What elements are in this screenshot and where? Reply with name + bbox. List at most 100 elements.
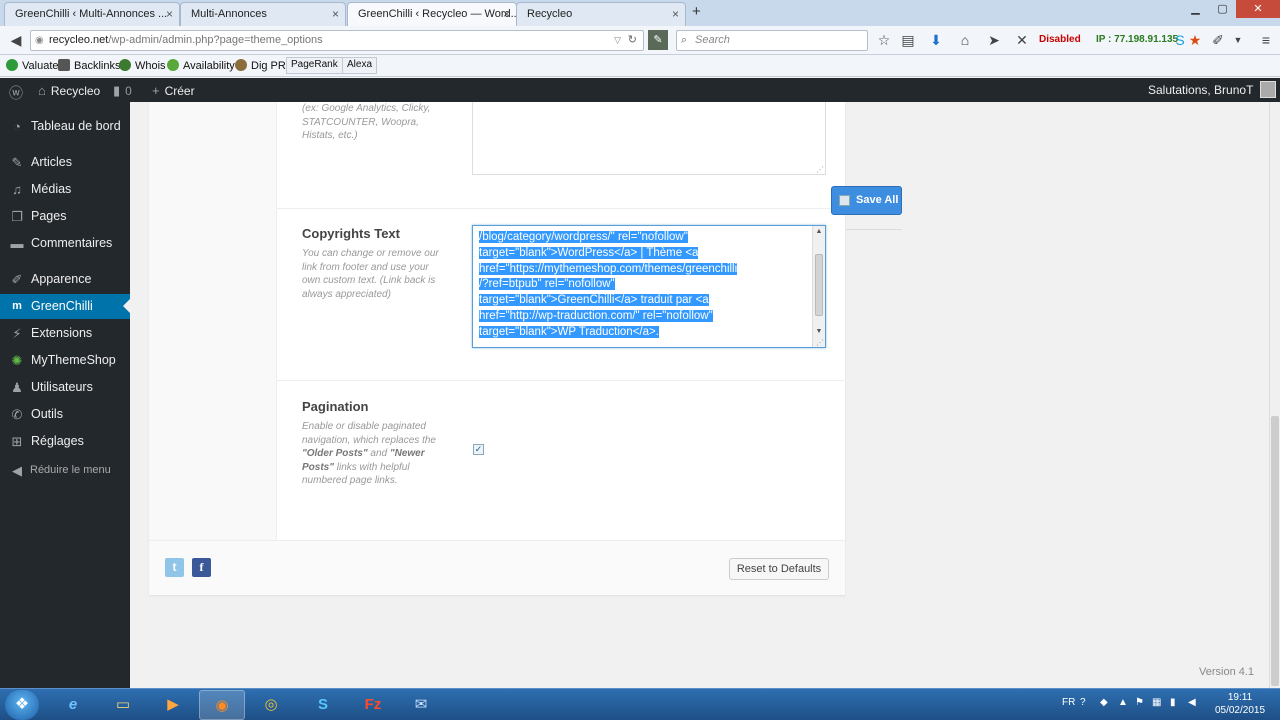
tab-label: GreenChilli ‹ Multi-Annonces ... — [15, 8, 168, 20]
menu-dropdown-icon[interactable]: ▼ — [1228, 30, 1248, 50]
language-indicator[interactable]: FR — [1062, 697, 1075, 708]
textarea-scrollbar[interactable]: ▲ ▼ — [812, 226, 825, 347]
volume-icon[interactable]: ◀ — [1188, 697, 1196, 708]
clipboard-icon[interactable]: ▤ — [898, 30, 918, 50]
adminbar-new[interactable]: + Créer — [152, 83, 195, 98]
tools-icon[interactable]: ✕ — [1012, 30, 1032, 50]
browser-tab-recycleo[interactable]: Recycleo × — [516, 2, 686, 26]
status-disabled-label: Disabled — [1039, 34, 1081, 45]
sidebar-item-mythemeshop[interactable]: ✺ MyThemeShop — [0, 348, 130, 373]
mythemeshop-icon: ✺ — [11, 353, 23, 368]
windows-start-icon[interactable]: ❖ — [5, 690, 39, 720]
home-icon[interactable]: ⌂ — [955, 30, 975, 50]
close-icon[interactable]: × — [672, 3, 679, 25]
taskbar-clock[interactable]: 19:11 05/02/2015 — [1210, 691, 1270, 717]
minimize-icon[interactable]: ▁ — [1182, 0, 1209, 18]
tracking-code-textarea[interactable]: ⋰ — [472, 102, 826, 175]
sidebar-collapse-menu[interactable]: ◀ Réduire le menu — [0, 458, 130, 483]
bookmark-pagerank[interactable]: PageRank — [286, 57, 343, 74]
sidebar-item-utilisateurs[interactable]: ♟ Utilisateurs — [0, 375, 130, 400]
browser-tab-greenchilli-multi[interactable]: GreenChilli ‹ Multi-Annonces ... × — [4, 2, 180, 26]
sidebar-item-label: Tableau de bord — [31, 119, 121, 133]
bookmark-alexa[interactable]: Alexa — [342, 57, 378, 74]
sidebar-item-label: Réglages — [31, 434, 84, 448]
pencil-icon[interactable]: ✐ — [1208, 30, 1228, 50]
backlinks-icon — [58, 59, 70, 71]
browser-nav-bar: ◀ ◉ recycleo.net/wp-admin/admin.php?page… — [0, 26, 1280, 55]
explorer-folder-icon[interactable]: ▭ — [100, 690, 146, 720]
page-scrollbar-thumb[interactable] — [1271, 416, 1279, 686]
adminbar-site-link[interactable]: ⌂ Recycleo — [38, 83, 100, 98]
sidebar-item-greenchilli[interactable]: m GreenChilli — [0, 294, 130, 319]
bookmark-dig-pr[interactable]: Dig PR — [235, 59, 286, 72]
dropdown-icon[interactable]: ▽ — [614, 31, 621, 50]
pagination-checkbox[interactable]: ✓ — [473, 444, 484, 455]
close-icon[interactable]: × — [332, 3, 339, 25]
tray-arrow-icon[interactable]: ▲ — [1118, 697, 1128, 708]
scrollbar-thumb[interactable] — [815, 254, 823, 316]
download-icon[interactable]: ⬇ — [926, 30, 946, 50]
new-tab-button[interactable]: + — [692, 3, 701, 20]
filezilla-icon[interactable]: Fz — [350, 690, 396, 720]
window-close-icon[interactable]: ✕ — [1236, 0, 1280, 18]
sidebar-item-label: Commentaires — [31, 236, 113, 250]
browser-tab-multi-annonces[interactable]: Multi-Annonces × — [180, 2, 346, 26]
sidebar-item-extensions[interactable]: ⚡ Extensions — [0, 321, 130, 346]
scroll-up-icon[interactable]: ▲ — [813, 228, 825, 235]
close-icon[interactable]: × — [166, 3, 173, 25]
avatar[interactable] — [1260, 81, 1276, 98]
close-icon[interactable]: × — [503, 3, 510, 25]
skype-icon[interactable]: S — [300, 690, 346, 720]
wp-admin-sidebar: ◔ Tableau de bord ✎ Articles ♫ Médias ❐ Page… — [0, 102, 130, 688]
selected-text-line: href="http://wp-traduction.com/" rel="no… — [479, 309, 713, 322]
scroll-down-icon[interactable]: ▼ — [813, 328, 825, 335]
reload-icon[interactable]: ↻ — [628, 31, 637, 50]
chrome-icon[interactable]: ◎ — [248, 690, 294, 720]
network-icon[interactable]: ▦ — [1152, 697, 1161, 708]
bookmark-availability[interactable]: Availability — [167, 59, 235, 72]
internet-explorer-icon[interactable]: e — [50, 690, 96, 720]
clock-time: 19:11 — [1227, 692, 1253, 703]
sidebar-item-commentaires[interactable]: ▬ Commentaires — [0, 231, 130, 256]
wordpress-logo-icon[interactable]: ⓦ — [9, 83, 28, 103]
sidebar-item-tableau-de-bord[interactable]: ◔ Tableau de bord — [0, 114, 130, 139]
sidebar-item-reglages[interactable]: ⊞ Réglages — [0, 429, 130, 454]
bookmark-backlinks[interactable]: Backlinks — [58, 59, 120, 72]
adminbar-comments[interactable]: ▮ 0 — [113, 83, 132, 99]
reset-to-defaults-button[interactable]: Reset to Defaults — [729, 558, 829, 580]
twitter-icon[interactable]: t — [165, 558, 184, 577]
bookmark-whois[interactable]: Whois — [119, 59, 166, 72]
thunderbird-icon[interactable]: ✉ — [398, 690, 444, 720]
sidebar-item-articles[interactable]: ✎ Articles — [0, 150, 130, 175]
adminbar-greeting[interactable]: Salutations, BrunoT — [1148, 83, 1253, 97]
address-bar[interactable]: ◉ recycleo.net/wp-admin/admin.php?page=t… — [30, 30, 644, 51]
facebook-icon[interactable]: f — [192, 558, 211, 577]
flag-icon[interactable]: ⚑ — [1135, 697, 1144, 708]
copyrights-text-textarea[interactable]: /blog/category/wordpress/" rel="nofollow… — [472, 225, 826, 348]
sidebar-item-apparence[interactable]: ✐ Apparence — [0, 267, 130, 292]
search-icon: ⌕ — [681, 34, 688, 46]
save-all-button[interactable]: Save All — [831, 186, 902, 215]
send-icon[interactable]: ➤ — [984, 30, 1004, 50]
media-player-icon[interactable]: ▶ — [150, 690, 196, 720]
star-icon[interactable]: ★ — [1185, 30, 1205, 50]
addon-icon[interactable]: ✎ — [648, 30, 668, 50]
sidebar-item-outils[interactable]: ✆ Outils — [0, 402, 130, 427]
resize-grip-icon[interactable]: ⋰ — [816, 338, 824, 347]
back-arrow-icon[interactable]: ◀ — [6, 30, 26, 50]
help-icon[interactable]: ? — [1080, 697, 1086, 708]
sidebar-item-pages[interactable]: ❐ Pages — [0, 204, 130, 229]
sidebar-item-medias[interactable]: ♫ Médias — [0, 177, 130, 202]
firefox-icon[interactable]: ◉ — [199, 690, 245, 720]
battery-icon[interactable]: ▮ — [1170, 697, 1176, 708]
hamburger-menu-icon[interactable]: ≡ — [1256, 30, 1276, 50]
browser-tab-greenchilli-recycleo[interactable]: GreenChilli ‹ Recycleo — Word... × — [347, 2, 517, 26]
bookmark-star-icon[interactable]: ☆ — [874, 30, 894, 50]
tray-icon[interactable]: ◆ — [1100, 697, 1108, 708]
maximize-icon[interactable]: ▢ — [1209, 0, 1236, 18]
pages-icon: ❐ — [11, 209, 23, 224]
resize-grip-icon[interactable]: ⋰ — [816, 165, 824, 174]
bookmark-valuate[interactable]: Valuate — [6, 59, 59, 72]
search-input[interactable]: ⌕ Search — [676, 30, 868, 51]
page-scrollbar[interactable] — [1269, 102, 1280, 688]
